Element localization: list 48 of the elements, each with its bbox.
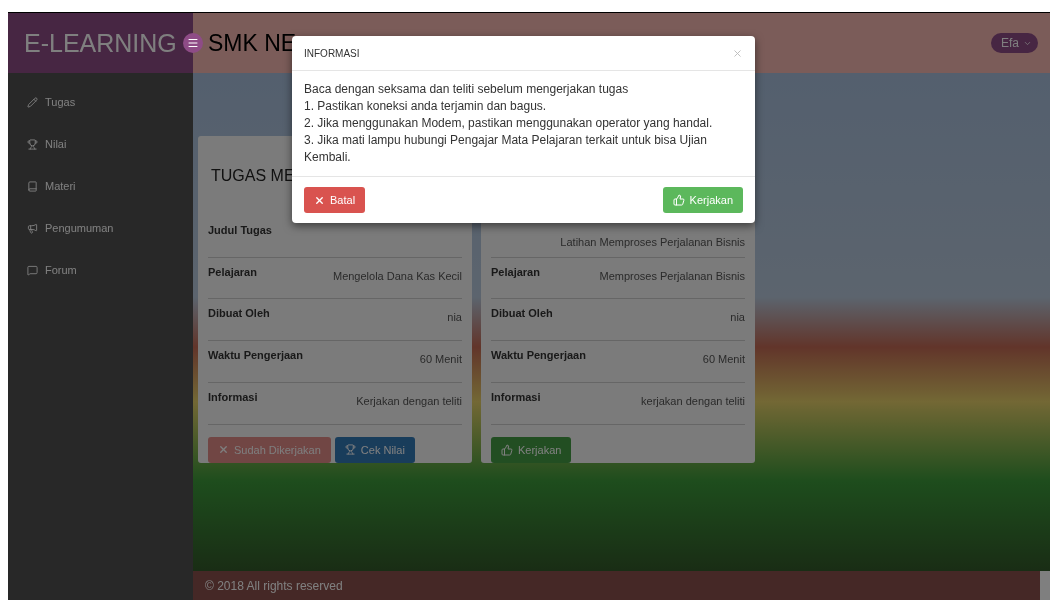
field-label: Dibuat Oleh [491, 307, 553, 320]
book-icon [27, 180, 38, 192]
sidebar-item[interactable]: Pengumuman [8, 207, 193, 249]
field-label: Informasi [491, 391, 541, 404]
close-icon [314, 194, 325, 206]
start-button[interactable]: Kerjakan [491, 436, 572, 463]
megaphone-icon [27, 222, 38, 234]
field-label: Pelajaran [491, 265, 540, 278]
field-value: 60 Menit [702, 353, 745, 366]
field-label: Pelajaran [208, 265, 257, 278]
cancel-button[interactable]: Batal [304, 187, 366, 213]
field-label: Waktu Pengerjaan [208, 349, 303, 362]
menu-icon [187, 37, 199, 49]
field-label: Dibuat Oleh [208, 307, 270, 320]
copyright-text: © 2018 All rights reserved [205, 579, 343, 593]
check-score-button[interactable]: Cek Nilai [334, 436, 415, 463]
close-icon [732, 47, 743, 59]
sidebar-item[interactable]: Forum [8, 249, 193, 291]
start-button[interactable]: Kerjakan [662, 187, 743, 213]
field-value: Kerjakan dengan teliti [356, 395, 462, 408]
sidebar-item[interactable]: Materi [8, 165, 193, 207]
trophy-icon [344, 444, 356, 456]
trophy-icon [27, 138, 38, 150]
dialog-title: INFORMASI [304, 47, 360, 59]
field-value: Latihan Memproses Perjalanan Bisnis [560, 235, 745, 248]
field-value: nia [447, 311, 462, 324]
card-title: TUGAS ME [211, 166, 295, 185]
field-label: Judul Tugas [208, 223, 272, 236]
chat-icon [27, 264, 38, 276]
field-value: kerjakan dengan teliti [641, 395, 745, 408]
field-value: Mengelola Dana Kas Kecil [332, 269, 462, 282]
thumbs-up-icon [672, 194, 685, 206]
sidebar-item[interactable]: Nilai [8, 123, 193, 165]
user-menu-button[interactable]: Efa [991, 33, 1038, 53]
field-value: nia [730, 311, 745, 324]
field-value: Memproses Perjalanan Bisnis [599, 269, 745, 282]
field-value: 60 Menit [419, 353, 462, 366]
sidebar-item[interactable]: Tugas [8, 81, 193, 123]
dialog-text: 2. Jika menggunakan Modem, pastikan menggunakan operator yang handal. [304, 115, 714, 132]
field-label: Informasi [208, 391, 258, 404]
brand-title: E-LEARNING [24, 28, 177, 58]
dialog-text: 3. Jika mati lampu hubungi Pengajar Mata Pelajaran terkait untuk bisa Ujian Kembali. [304, 132, 708, 166]
menu-toggle-button[interactable] [183, 33, 203, 53]
field-label: Waktu Pengerjaan [491, 349, 586, 362]
dialog-text: 1. Pastikan koneksi anda terjamin dan bagus. [304, 98, 548, 115]
pencil-icon [27, 96, 38, 108]
dialog-text: Baca dengan seksama dan teliti sebelum mengerjakan tugas [304, 81, 630, 98]
thumbs-up-icon [501, 443, 513, 456]
